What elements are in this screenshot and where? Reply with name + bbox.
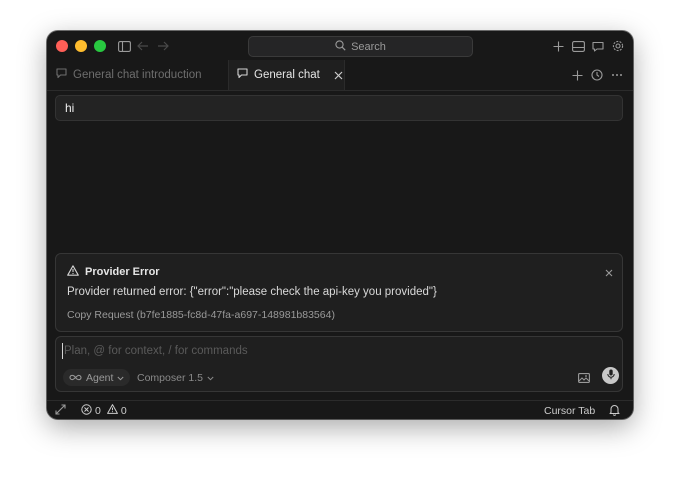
cursor-tab-status[interactable]: Cursor Tab <box>544 401 595 419</box>
tab-label: General chat <box>254 69 320 81</box>
panel-icon[interactable] <box>570 38 586 54</box>
arrow-right-icon[interactable] <box>155 38 171 54</box>
chat-bubble-icon <box>56 68 67 82</box>
image-icon[interactable] <box>578 370 590 388</box>
chevron-down-icon <box>207 372 214 384</box>
remote-icon[interactable] <box>55 404 66 418</box>
search-label: Search <box>351 40 386 53</box>
model-select[interactable]: Composer 1.5 <box>137 369 214 386</box>
app-window: Search General chat introduction General… <box>47 31 633 419</box>
title-bar: Search <box>47 31 633 60</box>
search-box[interactable]: Search <box>248 36 473 57</box>
copy-request-link[interactable]: Copy Request (b7fe1885-fc8d-47fa-a697-14… <box>67 309 335 321</box>
infinity-icon <box>69 372 82 384</box>
close-icon[interactable] <box>334 71 343 80</box>
chat-bubble-icon <box>237 68 248 82</box>
warning-icon <box>106 404 118 417</box>
error-header: Provider Error <box>67 265 160 279</box>
problems-indicator[interactable]: 0 0 <box>81 401 127 419</box>
zoom-window-button[interactable] <box>94 40 106 52</box>
arrow-left-icon[interactable] <box>135 38 151 54</box>
user-message[interactable]: hi <box>55 95 623 121</box>
chevron-down-icon <box>117 372 125 384</box>
search-icon <box>335 39 346 54</box>
model-label: Composer 1.5 <box>137 371 203 384</box>
gear-icon[interactable] <box>610 38 626 54</box>
warning-count: 0 <box>120 404 127 417</box>
more-icon[interactable] <box>609 67 625 83</box>
agent-mode-select[interactable]: Agent <box>63 369 131 386</box>
plus-icon[interactable] <box>550 38 566 54</box>
tab-bar: General chat introduction General chat <box>47 60 633 91</box>
tab-general-chat-introduction[interactable]: General chat introduction <box>56 60 202 90</box>
close-window-button[interactable] <box>56 40 68 52</box>
error-circle-icon <box>81 403 92 418</box>
close-icon[interactable] <box>605 264 613 282</box>
minimize-window-button[interactable] <box>75 40 87 52</box>
user-message-text: hi <box>65 101 75 115</box>
tab-general-chat[interactable]: General chat <box>228 60 345 90</box>
error-message: Provider returned error: {"error":"pleas… <box>67 286 437 298</box>
tab-label: General chat introduction <box>73 69 202 81</box>
provider-error-card: Provider Error Provider returned error: … <box>55 253 623 332</box>
plus-icon[interactable] <box>569 67 585 83</box>
status-bar: 0 0 Cursor Tab <box>47 400 633 419</box>
warning-icon <box>67 265 79 279</box>
sidebar-toggle-icon[interactable] <box>116 38 132 54</box>
history-icon[interactable] <box>589 67 605 83</box>
chat-icon[interactable] <box>590 38 606 54</box>
bell-icon[interactable] <box>609 404 620 419</box>
microphone-icon <box>606 367 615 385</box>
composer-input[interactable] <box>62 343 566 359</box>
error-count: 0 <box>95 404 101 417</box>
microphone-button[interactable] <box>602 367 619 384</box>
composer: Agent Composer 1.5 <box>55 336 623 392</box>
agent-mode-label: Agent <box>86 371 114 384</box>
error-title: Provider Error <box>85 266 160 278</box>
